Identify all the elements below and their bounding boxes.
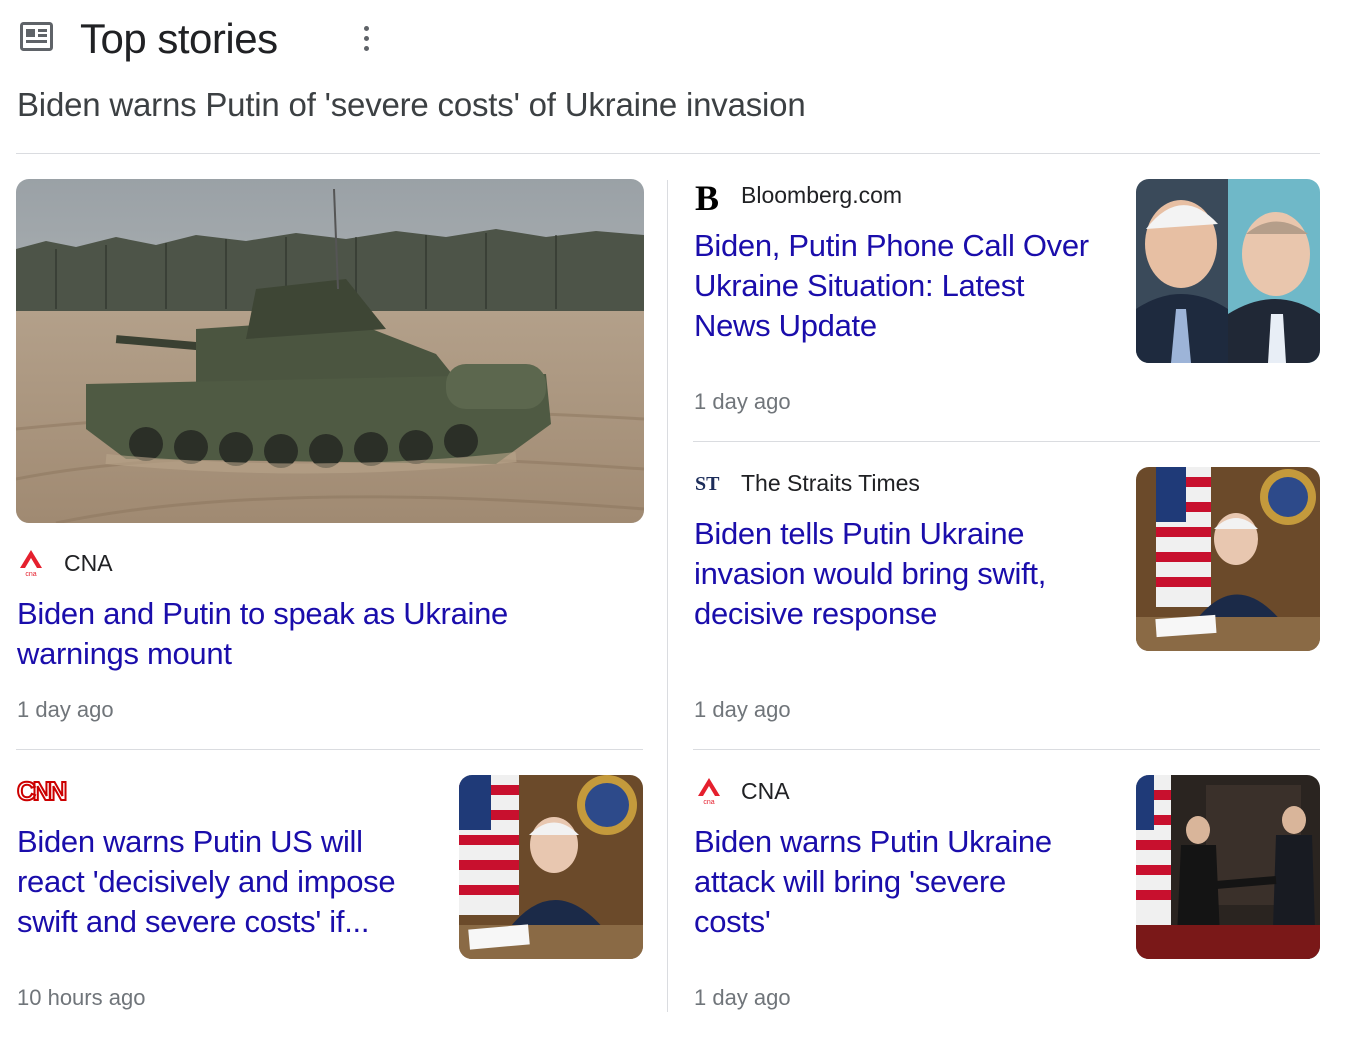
- source-name: CNA: [64, 550, 113, 576]
- headline-line: Biden warns Putin Ukraine: [694, 824, 1052, 859]
- headline-line: Biden, Putin Phone Call Over: [694, 228, 1089, 263]
- straits-times-logo: ST: [695, 470, 723, 496]
- story-image-biden-putin-handshake[interactable]: [1136, 775, 1320, 959]
- story-image-biden-desk[interactable]: [459, 775, 643, 959]
- more-vert-icon[interactable]: [352, 20, 380, 56]
- divider: [16, 749, 643, 750]
- headline-line: react 'decisively and impose: [17, 864, 396, 899]
- story-headline[interactable]: Biden, Putin Phone Call Over Ukraine Sit…: [694, 226, 1124, 346]
- headline-line: costs': [694, 904, 771, 939]
- story-image-biden-desk[interactable]: [1136, 467, 1320, 651]
- divider: [693, 749, 1320, 750]
- headline-line: Biden tells Putin Ukraine: [694, 516, 1025, 551]
- source-name: CNA: [741, 778, 790, 804]
- story-image-biden-putin[interactable]: [1136, 179, 1320, 363]
- svg-text:CNN: CNN: [17, 778, 67, 804]
- headline-line: Biden and Putin to speak as Ukraine: [17, 596, 508, 631]
- newspaper-icon: [20, 22, 53, 51]
- section-title: Top stories: [80, 15, 278, 62]
- column-divider: [667, 180, 668, 1012]
- bloomberg-logo: B: [695, 180, 723, 212]
- headline-line: decisive response: [694, 596, 938, 631]
- svg-text:cna: cna: [703, 799, 714, 806]
- story-age: 1 day ago: [694, 697, 791, 722]
- story-age: 10 hours ago: [17, 985, 146, 1010]
- headline-line: News Update: [694, 308, 877, 343]
- cna-logo: cna: [17, 548, 45, 578]
- story-age: 1 day ago: [694, 389, 791, 414]
- cluster-title[interactable]: Biden warns Putin of 'severe costs' of U…: [17, 84, 806, 126]
- headline-line: invasion would bring swift,: [694, 556, 1047, 591]
- source-name: The Straits Times: [741, 470, 920, 496]
- svg-text:ST: ST: [695, 473, 720, 495]
- source-name: Bloomberg.com: [741, 182, 903, 208]
- headline-line: Ukraine Situation: Latest: [694, 268, 1025, 303]
- svg-text:cna: cna: [25, 571, 36, 578]
- headline-line: swift and severe costs' if...: [17, 904, 370, 939]
- svg-text:B: B: [695, 180, 719, 212]
- headline-line: attack will bring 'severe: [694, 864, 1006, 899]
- cna-logo: cna: [695, 776, 723, 806]
- headline-line: Biden warns Putin US will: [17, 824, 363, 859]
- cnn-logo: CNN: [17, 778, 71, 804]
- story-headline[interactable]: Biden and Putin to speak as Ukraine warn…: [17, 594, 617, 674]
- story-age: 1 day ago: [17, 697, 114, 722]
- divider: [693, 441, 1320, 442]
- story-headline[interactable]: Biden warns Putin US will react 'decisiv…: [17, 822, 447, 942]
- headline-line: warnings mount: [17, 636, 232, 671]
- story-headline[interactable]: Biden warns Putin Ukraine attack will br…: [694, 822, 1124, 942]
- story-image-tank[interactable]: [16, 179, 644, 523]
- story-age: 1 day ago: [694, 985, 791, 1010]
- divider: [16, 153, 1320, 154]
- story-headline[interactable]: Biden tells Putin Ukraine invasion would…: [694, 514, 1124, 634]
